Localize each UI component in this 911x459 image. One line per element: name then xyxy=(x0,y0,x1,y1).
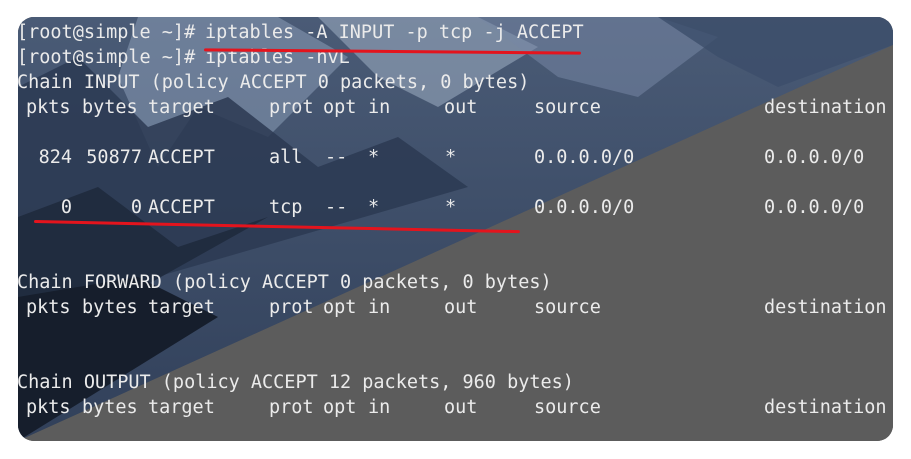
column-header: pkts xyxy=(26,97,71,118)
column-header: bytes xyxy=(82,397,138,418)
column-header: prot xyxy=(269,397,314,418)
rule-target: ACCEPT xyxy=(148,147,215,168)
shell-prompt: [root@simple ~]# xyxy=(18,47,196,68)
rule-prot: all xyxy=(269,147,303,168)
column-header: prot xyxy=(269,297,314,318)
rule-in: * xyxy=(368,197,380,218)
rule-pkts: 824 xyxy=(38,147,72,168)
rule-bytes: 0 xyxy=(130,197,142,218)
column-header: destination xyxy=(764,397,887,418)
command-line: [root@simple ~]# iptables -nvL xyxy=(18,45,350,71)
column-header: source xyxy=(534,97,601,118)
rule-opt: -- xyxy=(325,197,348,218)
rule-prot: tcp xyxy=(269,197,303,218)
chain-header: Chain FORWARD (policy ACCEPT 0 packets, … xyxy=(18,272,552,293)
rule-out: * xyxy=(445,197,457,218)
terminal-window[interactable]: [root@simple ~]# iptables -A INPUT -p tc… xyxy=(18,17,893,441)
column-header: destination xyxy=(764,97,887,118)
column-header: prot xyxy=(269,97,314,118)
column-header: out xyxy=(444,297,478,318)
rule-source: 0.0.0.0/0 xyxy=(534,147,635,168)
column-header: bytes xyxy=(82,297,138,318)
rule-bytes: 50877 xyxy=(86,147,142,168)
column-header-row: pkts bytes target prot opt in out source… xyxy=(18,295,887,321)
rule-row: 824 50877 ACCEPT all -- * * 0.0.0.0/0 0.… xyxy=(18,145,865,171)
command-line: [root@simple ~]# iptables -A INPUT -p tc… xyxy=(18,20,584,46)
column-header: pkts xyxy=(26,397,71,418)
column-header: out xyxy=(444,397,478,418)
column-header-row: pkts bytes target prot opt in out source… xyxy=(18,95,887,121)
chain-header: Chain INPUT (policy ACCEPT 0 packets, 0 … xyxy=(18,72,530,93)
rule-destination: 0.0.0.0/0 xyxy=(764,197,865,218)
column-header: opt xyxy=(323,97,357,118)
column-header: opt xyxy=(323,397,357,418)
rule-source: 0.0.0.0/0 xyxy=(534,197,635,218)
column-header: source xyxy=(534,397,601,418)
column-header: bytes xyxy=(82,97,138,118)
column-header: destination xyxy=(764,297,887,318)
command-text: iptables -A INPUT -p tcp -j ACCEPT xyxy=(205,22,584,43)
shell-prompt: [root@simple ~]# xyxy=(18,22,196,43)
column-header: in xyxy=(368,97,391,118)
column-header-row: pkts bytes target prot opt in out source… xyxy=(18,395,887,421)
column-header: target xyxy=(148,97,215,118)
column-header: in xyxy=(368,297,391,318)
rule-target: ACCEPT xyxy=(148,197,215,218)
rule-opt: -- xyxy=(325,147,348,168)
rule-destination: 0.0.0.0/0 xyxy=(764,147,865,168)
rule-out: * xyxy=(445,147,457,168)
column-header: source xyxy=(534,297,601,318)
rule-pkts: 0 xyxy=(60,197,72,218)
column-header: in xyxy=(368,397,391,418)
column-header: out xyxy=(444,97,478,118)
rule-in: * xyxy=(368,147,380,168)
rule-row: 0 0 ACCEPT tcp -- * * 0.0.0.0/0 0.0.0.0/… xyxy=(18,195,864,221)
column-header: target xyxy=(148,297,215,318)
column-header: pkts xyxy=(26,297,71,318)
column-header: target xyxy=(148,397,215,418)
column-header: opt xyxy=(323,297,357,318)
chain-header: Chain OUTPUT (policy ACCEPT 12 packets, … xyxy=(18,372,574,393)
